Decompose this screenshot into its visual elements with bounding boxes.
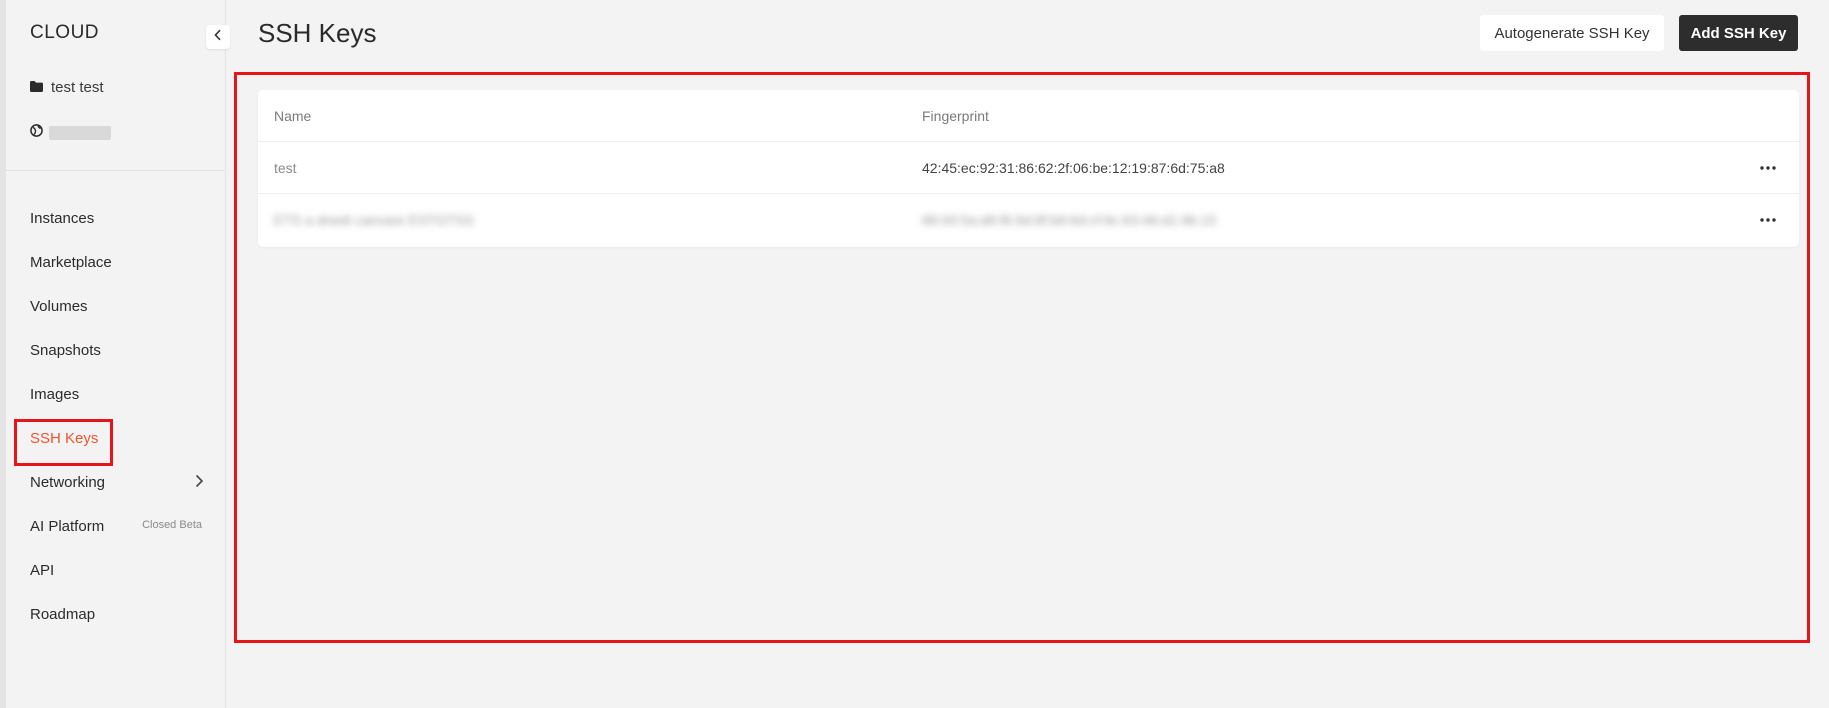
main-content: SSH Keys Autogenerate SSH Key Add SSH Ke…	[226, 0, 1829, 708]
column-header-name: Name	[274, 107, 312, 124]
sidebar-item-label: API	[30, 561, 55, 579]
sidebar-item-label: Roadmap	[30, 605, 96, 623]
sidebar-item-api[interactable]: API	[6, 548, 226, 592]
chevron-left-icon	[214, 28, 222, 46]
key-fingerprint: 42:45:ec:92:31:86:62:2f:06:be:12:19:87:6…	[922, 159, 1225, 176]
more-horizontal-icon[interactable]	[1758, 212, 1778, 228]
key-name: test	[274, 159, 297, 176]
ssh-keys-table: Name Fingerprint test 42:45:ec:92:31:86:…	[258, 90, 1799, 247]
more-horizontal-icon[interactable]	[1758, 160, 1778, 176]
active-item-highlight	[14, 419, 113, 466]
sidebar-divider	[6, 170, 226, 171]
autogenerate-ssh-key-button[interactable]: Autogenerate SSH Key	[1480, 15, 1664, 51]
globe-icon	[30, 124, 43, 142]
page-title: SSH Keys	[258, 18, 377, 48]
chevron-right-icon	[195, 474, 204, 492]
sidebar-item-volumes[interactable]: Volumes	[6, 284, 226, 328]
sidebar-item-snapshots[interactable]: Snapshots	[6, 328, 226, 372]
sidebar-item-images[interactable]: Images	[6, 372, 226, 416]
sidebar-nav: Instances Marketplace Volumes Snapshots …	[6, 196, 226, 636]
column-header-fingerprint: Fingerprint	[922, 107, 989, 124]
table-row[interactable]: test 42:45:ec:92:31:86:62:2f:06:be:12:19…	[258, 142, 1799, 194]
sidebar-item-label: Marketplace	[30, 253, 112, 271]
sidebar-item-marketplace[interactable]: Marketplace	[6, 240, 226, 284]
sidebar-item-ai-platform[interactable]: AI Platform Closed Beta	[6, 504, 226, 548]
sidebar: CLOUD test test Instances Marketplace Vo…	[6, 0, 226, 708]
account-name-redacted	[49, 126, 111, 140]
sidebar-item-label: Networking	[30, 473, 106, 491]
closed-beta-badge: Closed Beta	[142, 519, 202, 531]
key-fingerprint-blurred: 88:00:5a:d8:f6:9d:8f:b8:6d:cf:8c:63:46:d…	[922, 212, 1217, 228]
add-ssh-key-button[interactable]: Add SSH Key	[1679, 15, 1798, 51]
sidebar-item-ssh-keys[interactable]: SSH Keys	[6, 416, 226, 466]
sidebar-item-roadmap[interactable]: Roadmap	[6, 592, 226, 636]
folder-icon	[30, 79, 43, 96]
sidebar-item-label: AI Platform	[30, 517, 105, 535]
project-name: test test	[51, 79, 104, 96]
sidebar-item-label: Volumes	[30, 297, 88, 315]
table-row[interactable]: ETS a dnedi canvare ESTGTSS 88:00:5a:d8:…	[258, 194, 1799, 246]
key-name-blurred: ETS a dnedi canvare ESTGTSS	[274, 212, 474, 228]
sidebar-item-label: Snapshots	[30, 341, 101, 359]
brand-logo: CLOUD	[30, 22, 100, 43]
collapse-sidebar-button[interactable]	[206, 25, 230, 49]
table-header-row: Name Fingerprint	[258, 90, 1799, 142]
sidebar-item-label: Images	[30, 385, 80, 403]
sidebar-item-instances[interactable]: Instances	[6, 196, 226, 240]
project-selector[interactable]: test test	[30, 79, 104, 96]
account-selector[interactable]	[30, 124, 111, 142]
sidebar-item-label: Instances	[30, 209, 95, 227]
sidebar-item-networking[interactable]: Networking	[6, 460, 226, 504]
